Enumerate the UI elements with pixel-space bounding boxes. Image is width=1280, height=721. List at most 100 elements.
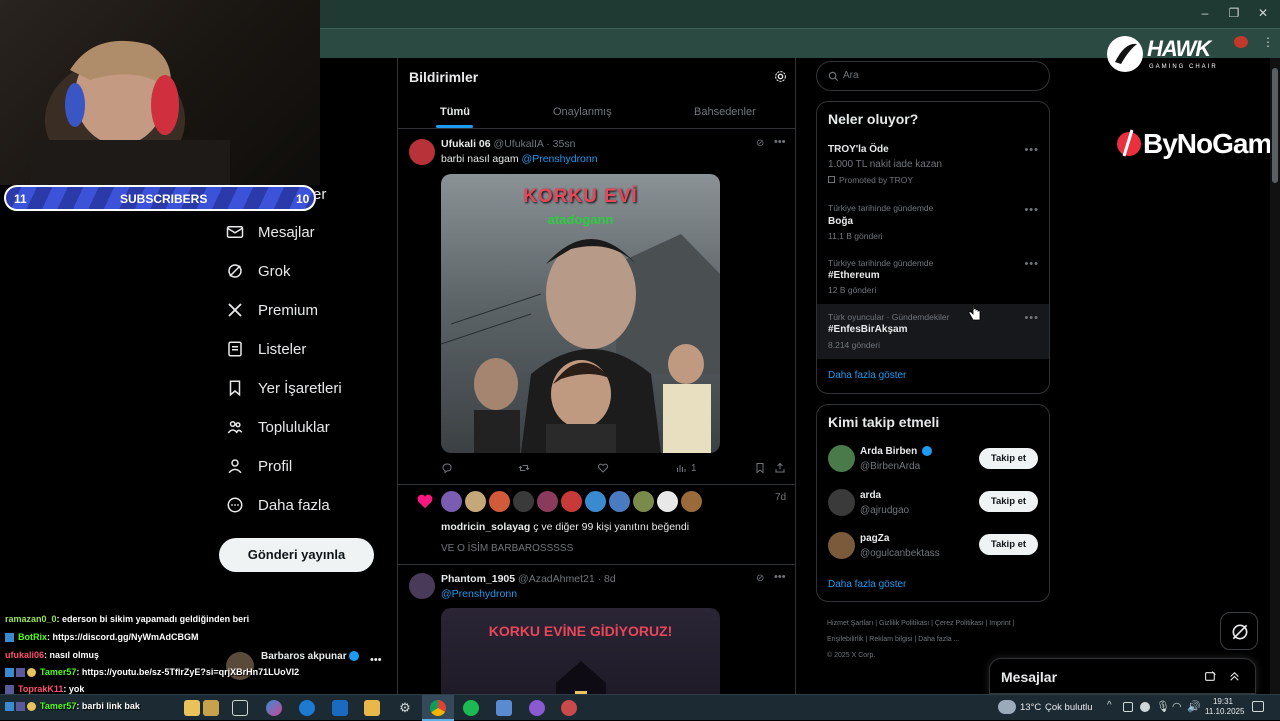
nav-item-bookmarks[interactable]: Yer İşaretleri — [226, 374, 342, 402]
footer-link[interactable]: Çerez Politikası — [935, 620, 984, 627]
chrome-taskbar-active[interactable] — [422, 695, 454, 721]
tweet-author[interactable]: Phantom_1905 — [441, 573, 515, 585]
follow-suggestion-handle[interactable]: @ogulcanbektass — [860, 548, 940, 559]
nav-item-messages[interactable]: Mesajlar — [226, 218, 315, 246]
discord-icon[interactable] — [529, 700, 545, 716]
tray-app-icon[interactable] — [1140, 702, 1150, 712]
scrollbar-thumb[interactable] — [1272, 68, 1278, 183]
trend-more-icon[interactable]: ••• — [1024, 258, 1039, 270]
trend-name[interactable]: #EnfesBirAkşam — [828, 324, 907, 335]
account-name[interactable]: Barbaros akpunar — [261, 651, 347, 662]
settings-app-icon[interactable]: ⚙ — [397, 700, 413, 716]
file-explorer-icon[interactable] — [364, 700, 380, 716]
tweet-handle[interactable]: @UfukalIA — [494, 138, 544, 150]
quoted-text[interactable]: VE O İSİM BARBAROSSSSS — [441, 543, 573, 554]
tweet-author[interactable]: Ufukali 06 — [441, 138, 491, 150]
follow-button[interactable]: Takip et — [979, 448, 1038, 469]
browser-menu-icon[interactable]: ⋮ — [1262, 35, 1274, 49]
mention-link[interactable]: @Prenshydronn — [522, 153, 598, 165]
avatar[interactable] — [828, 445, 855, 472]
trend-name[interactable]: #Ethereum — [828, 270, 880, 281]
minimize-icon[interactable]: – — [1198, 6, 1212, 20]
close-icon[interactable]: ✕ — [1256, 6, 1270, 20]
trend-more-icon[interactable]: ••• — [1024, 312, 1039, 324]
account-menu-icon[interactable]: ••• — [370, 654, 382, 666]
mention-link[interactable]: @Prenshydronn — [441, 588, 517, 600]
new-message-icon[interactable] — [1204, 670, 1217, 683]
avatar[interactable] — [633, 491, 654, 512]
follow-button[interactable]: Takip et — [979, 491, 1038, 512]
tab-all[interactable]: Tümü — [440, 106, 470, 118]
avatar[interactable] — [657, 491, 678, 512]
mic-icon[interactable]: 🎙 — [1156, 700, 1170, 713]
trend-more-icon[interactable]: ••• — [1024, 144, 1039, 156]
footer-link[interactable]: Gizlilik Politikası — [879, 620, 929, 627]
follow-suggestion-name[interactable]: pagZa — [860, 533, 889, 544]
grok-tweet-icon[interactable]: ⊘ — [756, 138, 764, 149]
tweet-handle[interactable]: @AzadAhmet21 — [518, 573, 595, 585]
post-button[interactable]: Gönderi yayınla — [219, 538, 374, 572]
notification-center-icon[interactable] — [1252, 701, 1264, 712]
volume-icon[interactable]: 🔊 — [1187, 700, 1201, 713]
clock[interactable]: 19:31 11.10.2025 — [1205, 697, 1244, 717]
nav-item-premium[interactable]: Premium — [226, 296, 318, 324]
page-scrollbar[interactable] — [1270, 58, 1280, 694]
footer-link[interactable]: Imprint — [989, 620, 1010, 627]
sparkle-icon[interactable] — [203, 700, 219, 716]
nav-item-partial[interactable]: er — [313, 186, 326, 203]
trend-more-icon[interactable]: ••• — [1024, 204, 1039, 216]
avatar[interactable] — [828, 532, 855, 559]
tweet-more-icon[interactable]: ••• — [774, 136, 786, 148]
follow-button[interactable]: Takip et — [979, 534, 1038, 555]
follow-suggestion-name[interactable]: arda — [860, 490, 881, 501]
avatar[interactable] — [441, 491, 462, 512]
search-input[interactable]: Ara — [816, 61, 1050, 91]
avatar[interactable] — [489, 491, 510, 512]
grok-floating-button[interactable] — [1220, 612, 1258, 650]
grok-tweet-icon[interactable]: ⊘ — [756, 573, 764, 584]
app-icon[interactable] — [496, 700, 512, 716]
tweet-more-icon[interactable]: ••• — [774, 571, 786, 583]
show-more-trends-link[interactable]: Daha fazla göster — [828, 370, 906, 381]
follow-suggestion-handle[interactable]: @BirbenArda — [860, 461, 920, 472]
avatar[interactable] — [609, 491, 630, 512]
tweet-image[interactable]: KORKU EVİ atadogann — [441, 174, 720, 453]
restore-icon[interactable]: ❐ — [1227, 6, 1241, 20]
avatar[interactable] — [513, 491, 534, 512]
avatar[interactable] — [537, 491, 558, 512]
footer-link[interactable]: Erişilebilirlik — [827, 636, 864, 643]
tray-chevron-icon[interactable]: ^ — [1107, 700, 1112, 711]
avatar[interactable] — [409, 573, 435, 599]
nav-item-lists[interactable]: Listeler — [226, 335, 306, 363]
promo-name[interactable]: TROY'la Öde — [828, 144, 889, 155]
nav-item-grok[interactable]: Grok — [226, 257, 291, 285]
footer-link[interactable]: Hizmet Şartları — [827, 620, 873, 627]
liker-name[interactable]: modricin_solayag — [441, 521, 530, 533]
footer-link[interactable]: Reklam bilgisi — [869, 636, 912, 643]
task-view-icon[interactable] — [232, 700, 248, 716]
weather-temp[interactable]: 13°C — [1020, 702, 1041, 713]
footer-link[interactable]: Daha fazla ... — [918, 636, 959, 643]
spotify-icon[interactable] — [463, 700, 479, 716]
nav-item-more[interactable]: Daha fazla — [226, 491, 330, 519]
obs-icon[interactable] — [561, 700, 577, 716]
settings-gear-icon[interactable] — [774, 70, 787, 83]
avatar[interactable] — [465, 491, 486, 512]
expand-up-icon[interactable] — [1228, 670, 1241, 683]
nav-item-communities[interactable]: Topluluklar — [226, 413, 330, 441]
avatar[interactable] — [828, 489, 855, 516]
tray-app-icon[interactable] — [1123, 702, 1133, 712]
outlook-icon[interactable] — [332, 700, 348, 716]
share-button[interactable] — [774, 462, 786, 474]
avatar[interactable] — [409, 139, 435, 165]
show-more-follow-link[interactable]: Daha fazla göster — [828, 579, 906, 590]
trend-name[interactable]: Boğa — [828, 216, 853, 227]
edge-icon[interactable] — [299, 700, 315, 716]
weather-desc[interactable]: Çok bulutlu — [1045, 702, 1093, 713]
messages-drawer[interactable]: Mesajlar — [989, 658, 1256, 694]
nav-item-profile[interactable]: Profil — [226, 452, 292, 480]
follow-suggestion-handle[interactable]: @ajrudgao — [860, 505, 909, 516]
tab-verified[interactable]: Onaylanmış — [553, 106, 612, 118]
bookmark-button[interactable] — [754, 462, 766, 474]
like-button[interactable] — [597, 462, 609, 474]
